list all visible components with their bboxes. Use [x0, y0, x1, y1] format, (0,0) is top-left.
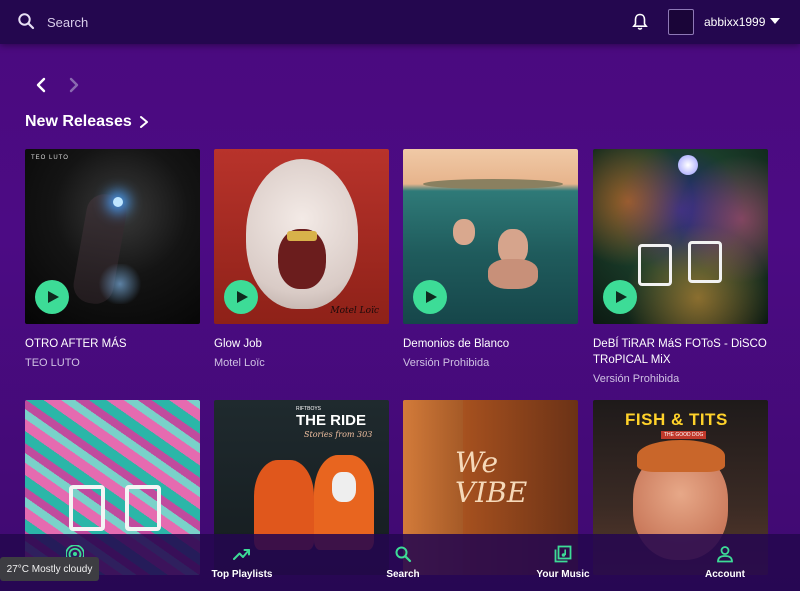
- avatar[interactable]: [668, 9, 694, 35]
- tab-label: Search: [386, 569, 420, 580]
- play-button[interactable]: [603, 280, 637, 314]
- cover-text: Stories from 303: [304, 430, 373, 439]
- play-button[interactable]: [224, 280, 258, 314]
- chevron-left-icon[interactable]: [33, 76, 49, 94]
- release-artist[interactable]: Versión Prohibida: [593, 372, 768, 386]
- release-artist[interactable]: Motel Loïc: [214, 356, 389, 370]
- swimmer-body: [488, 259, 538, 289]
- white-chair: [125, 485, 161, 531]
- chevron-down-icon[interactable]: [770, 18, 780, 24]
- tab-search[interactable]: Search: [348, 534, 458, 591]
- tab-label: Top Playlists: [211, 569, 273, 580]
- album-cover: [593, 149, 768, 324]
- release-title[interactable]: DeBÍ TiRAR MáS FOToS - DiSCO TRoPICAL Mi…: [593, 336, 768, 368]
- bell-icon[interactable]: [632, 13, 648, 31]
- play-icon: [616, 291, 627, 303]
- red-hair: [637, 440, 725, 472]
- cover-text: TEO LUTO: [31, 155, 69, 161]
- tab-label: Your Music: [536, 569, 590, 580]
- light-glow: [113, 197, 123, 207]
- tab-your-music[interactable]: Your Music: [508, 534, 618, 591]
- cover-text: FISH & TITS: [625, 410, 728, 429]
- section-title-label: New Releases: [25, 113, 132, 130]
- release-title[interactable]: Demonios de Blanco: [403, 336, 578, 352]
- album-cover: [403, 149, 578, 324]
- tab-label: Account: [705, 569, 745, 580]
- distant-hills: [423, 179, 563, 189]
- section-title[interactable]: New Releases: [25, 113, 150, 131]
- tab-top-playlists[interactable]: Top Playlists: [187, 534, 297, 591]
- tab-account[interactable]: Account: [670, 534, 780, 591]
- account-icon: [717, 546, 733, 563]
- release-card[interactable]: Motel Loïc Glow Job Motel Loïc: [214, 149, 389, 370]
- chevron-right-icon[interactable]: [66, 76, 82, 94]
- release-card[interactable]: Demonios de Blanco Versión Prohibida: [403, 149, 578, 370]
- play-icon: [48, 291, 59, 303]
- cover-text: THE GOOD DOG: [661, 431, 707, 439]
- search-input[interactable]: [47, 12, 347, 32]
- library-icon: [554, 545, 572, 563]
- album-cover: Motel Loïc: [214, 149, 389, 324]
- white-chair: [688, 241, 722, 283]
- cover-text: Motel Loïc: [330, 306, 379, 316]
- search-icon[interactable]: [17, 12, 35, 30]
- cover-text: We VIBE: [455, 446, 528, 509]
- gold-teeth: [287, 231, 317, 241]
- username[interactable]: abbixx1999: [704, 15, 765, 29]
- play-button[interactable]: [413, 280, 447, 314]
- white-chair: [69, 485, 105, 531]
- white-chair: [638, 244, 672, 286]
- release-artist[interactable]: TEO LUTO: [25, 356, 200, 370]
- play-icon: [237, 291, 248, 303]
- release-artist[interactable]: Versión Prohibida: [403, 356, 578, 370]
- play-button[interactable]: [35, 280, 69, 314]
- album-cover: TEO LUTO: [25, 149, 200, 324]
- chevron-right-icon: [139, 116, 148, 128]
- trending-icon: [233, 549, 250, 560]
- disco-ball: [678, 155, 698, 175]
- ski-mask: [332, 472, 356, 502]
- play-icon: [426, 291, 437, 303]
- projected-light: [97, 264, 143, 304]
- release-title[interactable]: Glow Job: [214, 336, 389, 352]
- search-icon: [395, 546, 412, 563]
- release-card[interactable]: DeBÍ TiRAR MáS FOToS - DiSCO TRoPICAL Mi…: [593, 149, 768, 386]
- bottom-nav: Top Playlists Search Your Music Account: [0, 534, 800, 591]
- top-bar: abbixx1999: [0, 0, 800, 44]
- cover-text: THE RIDE: [296, 412, 367, 429]
- release-card[interactable]: TEO LUTO OTRO AFTER MÁS TEO LUTO: [25, 149, 200, 370]
- release-title[interactable]: OTRO AFTER MÁS: [25, 336, 200, 352]
- weather-widget[interactable]: 27°C Mostly cloudy: [0, 557, 99, 581]
- swimmer-head: [453, 219, 475, 245]
